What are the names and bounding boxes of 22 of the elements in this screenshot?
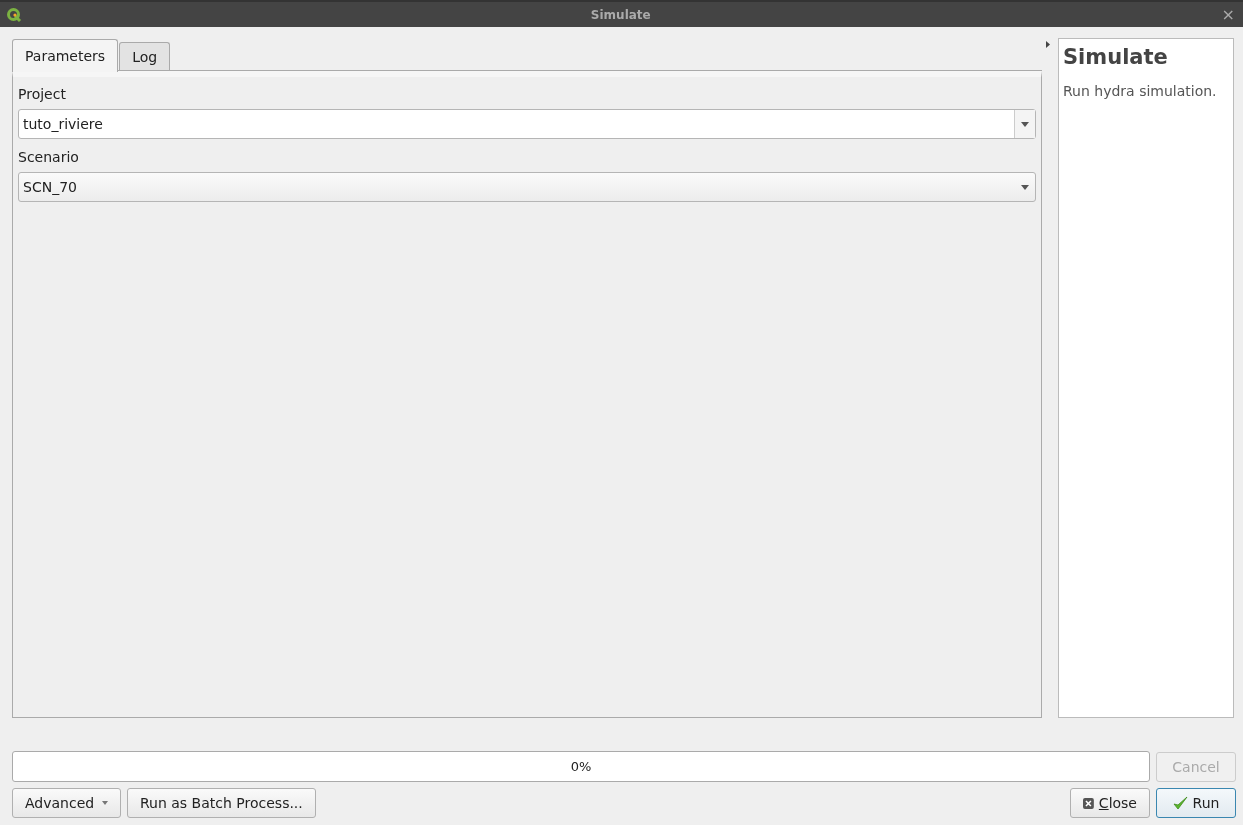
tab[interactable]: Log (119, 42, 171, 71)
run-button[interactable]: Run (1156, 788, 1236, 818)
project-combo-field[interactable]: tuto_riviere (18, 109, 1036, 139)
window-title: Simulate (589, 7, 652, 22)
dropdown-arrow-icon (1021, 121, 1029, 127)
batch-button[interactable]: Run as Batch Process... (127, 788, 316, 818)
help-text: Run hydra simulation. (1063, 83, 1218, 99)
tab[interactable]: Parameters (12, 39, 119, 72)
collapse-arrow-icon[interactable] (1046, 41, 1050, 48)
checkmark-icon (1172, 796, 1188, 810)
dropdown-arrow-icon (1021, 184, 1029, 190)
scenario-dropdown[interactable]: SCN_70 (18, 172, 1036, 202)
field-label: Project (18, 86, 67, 102)
app-logo-icon (6, 6, 22, 23)
close-icon (1083, 797, 1094, 809)
help-title: Simulate (1063, 45, 1169, 69)
close-dialog-button[interactable]: Close (1070, 788, 1150, 818)
dropdown-arrow-icon (102, 801, 108, 805)
close-button[interactable]: × (1219, 5, 1237, 24)
field-label: Scenario (18, 149, 80, 165)
advanced-button[interactable]: Advanced (12, 788, 121, 818)
progress-reading: 0% (570, 759, 592, 774)
